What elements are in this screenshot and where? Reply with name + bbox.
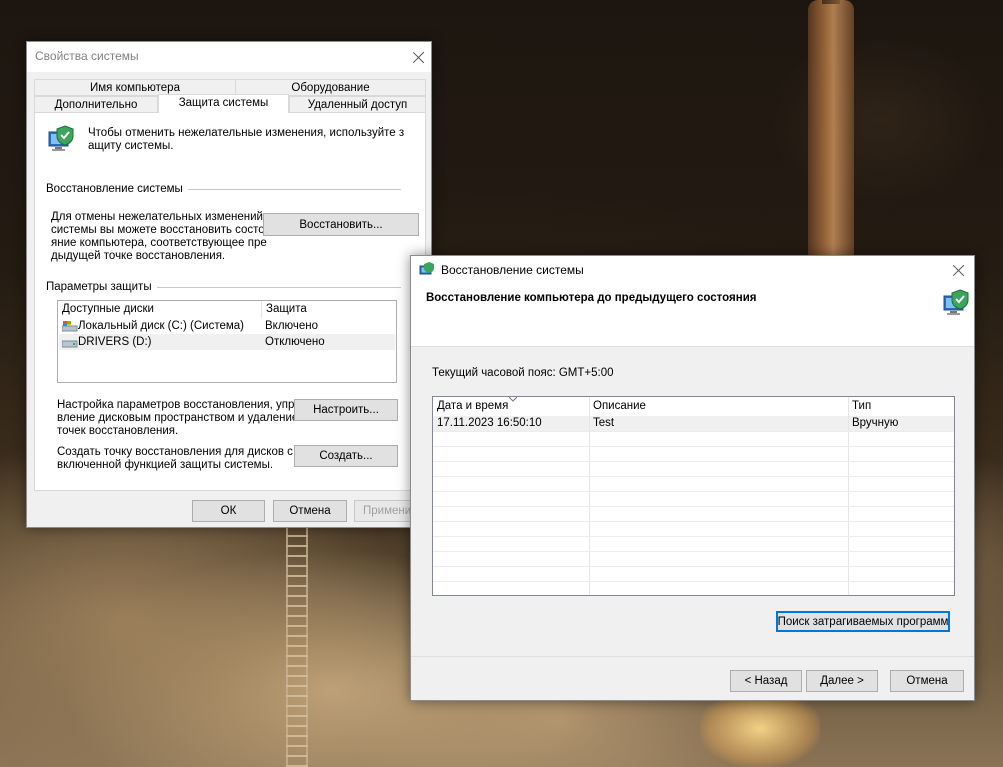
window-title: Восстановление системы (441, 263, 584, 277)
grid-line (433, 536, 954, 537)
drive-row[interactable]: Локальный диск (C:) (Система) Включено (59, 318, 395, 334)
cancel-button[interactable]: Отмена (273, 500, 347, 522)
titlebar: Свойства системы (27, 42, 431, 72)
system-drive-icon (62, 321, 78, 332)
column-header-drives[interactable]: Доступные диски (58, 301, 154, 318)
tab-remote-access[interactable]: Удаленный доступ (289, 96, 426, 113)
restore-group-label: Восстановление системы (46, 183, 188, 195)
wizard-heading: Восстановление компьютера до предыдущего… (426, 292, 757, 304)
column-header-type[interactable]: Тип (848, 397, 871, 416)
row-date: 17.11.2023 16:50:10 (437, 417, 542, 429)
drive-name: DRIVERS (D:) (78, 336, 152, 348)
restore-desc-2: системы вы можете восстановить состо (51, 224, 265, 236)
drive-name: Локальный диск (C:) (Система) (78, 320, 244, 332)
footer-separator (411, 656, 974, 657)
system-restore-window: Восстановление системы Восстановление ко… (410, 255, 975, 701)
column-header-protection[interactable]: Защита (262, 301, 307, 318)
create-button[interactable]: Создать... (294, 445, 398, 467)
restore-points-table[interactable]: Дата и время Описание Тип 17.11.2023 16:… (432, 396, 955, 596)
system-protection-panel: Чтобы отменить нежелательные изменения, … (34, 112, 426, 491)
grid-line (433, 476, 954, 477)
configure-desc-1: Настройка параметров восстановления, упр… (57, 399, 301, 411)
restore-desc-4: дыдущей точке восстановления. (51, 250, 226, 262)
close-icon[interactable] (411, 50, 427, 66)
grid-line (433, 461, 954, 462)
system-properties-window: Свойства системы Имя компьютера Оборудов… (26, 41, 432, 528)
column-header-date-label: Дата и время (437, 400, 509, 412)
sort-chevron-icon (509, 397, 517, 402)
restore-desc-3: яние компьютера, соответствующее пре (51, 237, 267, 249)
grid-line (433, 431, 954, 432)
drive-row[interactable]: DRIVERS (D:) Отключено (59, 334, 395, 350)
tab-system-protection[interactable]: Защита системы (158, 94, 289, 113)
grid-line (433, 521, 954, 522)
tab-advanced[interactable]: Дополнительно (34, 96, 158, 113)
row-type: Вручную (852, 417, 899, 429)
protection-group-label: Параметры защиты (46, 281, 157, 293)
restore-desc-1: Для отмены нежелательных изменений (51, 211, 263, 223)
close-icon[interactable] (951, 263, 967, 279)
group-separator (175, 189, 401, 190)
column-header-description[interactable]: Описание (589, 397, 646, 416)
grid-line (433, 551, 954, 552)
grid-line (433, 446, 954, 447)
create-desc-1: Создать точку восстановления для дисков … (57, 446, 293, 458)
create-desc-2: включенной функцией защиты системы. (57, 459, 274, 471)
column-header-date[interactable]: Дата и время (433, 397, 589, 416)
configure-button[interactable]: Настроить... (294, 399, 398, 421)
intro-line-2: ащиту системы. (88, 140, 174, 152)
ok-button[interactable]: ОК (192, 500, 265, 522)
wizard-header: Восстановление компьютера до предыдущего… (411, 284, 974, 347)
rocket-image (808, 0, 854, 260)
grid-line (433, 581, 954, 582)
drive-protection: Включено (265, 320, 319, 332)
window-title: Свойства системы (35, 49, 139, 63)
restore-button[interactable]: Восстановить... (263, 213, 419, 236)
grid-line (433, 566, 954, 567)
system-protection-icon (943, 289, 969, 315)
row-description: Test (593, 417, 615, 429)
cancel-button[interactable]: Отмена (890, 670, 964, 692)
grid-line (433, 506, 954, 507)
timezone-label: Текущий часовой пояс: GMT+5:00 (432, 367, 614, 379)
group-separator (153, 287, 401, 288)
configure-desc-3: точек восстановления. (57, 425, 179, 437)
system-restore-icon (419, 262, 434, 275)
drive-icon (62, 340, 78, 348)
launch-tower-image (286, 525, 308, 767)
titlebar: Восстановление системы (411, 256, 974, 284)
next-button[interactable]: Далее > (806, 670, 878, 692)
scan-affected-programs-button[interactable]: Поиск затрагиваемых программ (776, 611, 950, 632)
engine-glow (700, 690, 820, 767)
drives-list[interactable]: Доступные диски Защита Локальный диск (C… (57, 300, 397, 383)
drive-protection: Отключено (265, 336, 325, 348)
system-protection-icon (48, 125, 74, 151)
intro-line-1: Чтобы отменить нежелательные изменения, … (88, 127, 405, 139)
back-button[interactable]: < Назад (730, 670, 802, 692)
grid-line (433, 491, 954, 492)
configure-desc-2: вление дисковым пространством и удаление (57, 412, 299, 424)
